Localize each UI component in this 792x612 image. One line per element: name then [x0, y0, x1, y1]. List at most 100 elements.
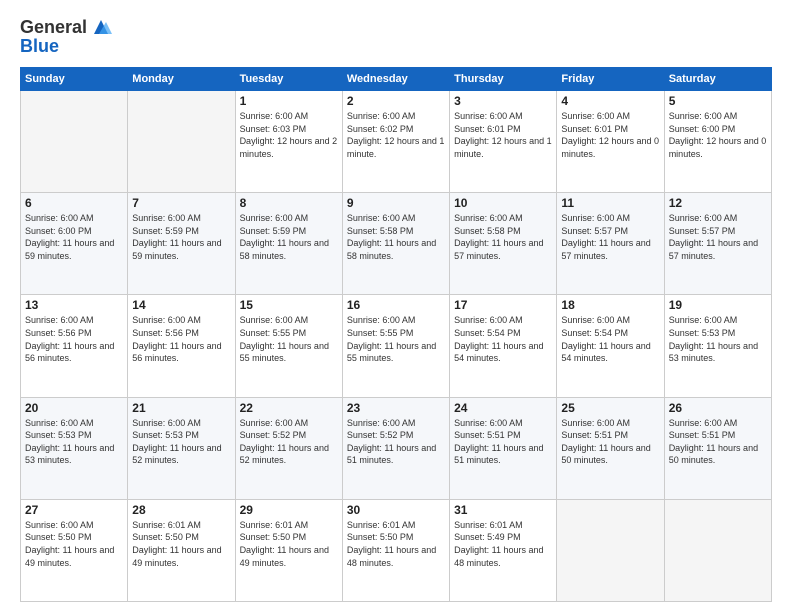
day-number: 4 — [561, 94, 659, 108]
calendar-cell: 1 Sunrise: 6:00 AMSunset: 6:03 PMDaylight… — [235, 91, 342, 193]
day-number: 16 — [347, 298, 445, 312]
day-number: 23 — [347, 401, 445, 415]
day-info: Sunrise: 6:00 AMSunset: 5:50 PMDaylight:… — [25, 519, 123, 569]
day-info: Sunrise: 6:00 AMSunset: 5:57 PMDaylight:… — [561, 212, 659, 262]
weekday-header: Tuesday — [235, 68, 342, 91]
weekday-header: Monday — [128, 68, 235, 91]
day-number: 2 — [347, 94, 445, 108]
weekday-header: Sunday — [21, 68, 128, 91]
day-info: Sunrise: 6:00 AMSunset: 5:51 PMDaylight:… — [561, 417, 659, 467]
calendar-cell: 10 Sunrise: 6:00 AMSunset: 5:58 PMDayligh… — [450, 193, 557, 295]
day-info: Sunrise: 6:00 AMSunset: 5:55 PMDaylight:… — [240, 314, 338, 364]
calendar-cell: 27 Sunrise: 6:00 AMSunset: 5:50 PMDayligh… — [21, 499, 128, 601]
day-info: Sunrise: 6:00 AMSunset: 5:59 PMDaylight:… — [240, 212, 338, 262]
weekday-header: Friday — [557, 68, 664, 91]
day-info: Sunrise: 6:00 AMSunset: 5:52 PMDaylight:… — [240, 417, 338, 467]
day-info: Sunrise: 6:00 AMSunset: 6:00 PMDaylight:… — [25, 212, 123, 262]
day-info: Sunrise: 6:00 AMSunset: 6:03 PMDaylight:… — [240, 110, 338, 160]
day-info: Sunrise: 6:01 AMSunset: 5:50 PMDaylight:… — [240, 519, 338, 569]
day-number: 18 — [561, 298, 659, 312]
day-number: 28 — [132, 503, 230, 517]
day-number: 3 — [454, 94, 552, 108]
day-info: Sunrise: 6:00 AMSunset: 5:55 PMDaylight:… — [347, 314, 445, 364]
calendar-cell: 28 Sunrise: 6:01 AMSunset: 5:50 PMDayligh… — [128, 499, 235, 601]
day-info: Sunrise: 6:00 AMSunset: 5:57 PMDaylight:… — [669, 212, 767, 262]
day-number: 22 — [240, 401, 338, 415]
calendar-table: SundayMondayTuesdayWednesdayThursdayFrid… — [20, 67, 772, 602]
day-number: 21 — [132, 401, 230, 415]
calendar-cell: 12Sunrise: 6:00 AMSunset: 5:57 PMDayligh… — [664, 193, 771, 295]
calendar-cell: 6 Sunrise: 6:00 AMSunset: 6:00 PMDaylight… — [21, 193, 128, 295]
day-info: Sunrise: 6:01 AMSunset: 5:50 PMDaylight:… — [347, 519, 445, 569]
calendar-cell: 22 Sunrise: 6:00 AMSunset: 5:52 PMDayligh… — [235, 397, 342, 499]
logo-blue-text: Blue — [20, 36, 112, 57]
day-number: 30 — [347, 503, 445, 517]
day-info: Sunrise: 6:00 AMSunset: 5:56 PMDaylight:… — [25, 314, 123, 364]
day-number: 24 — [454, 401, 552, 415]
calendar-cell: 20 Sunrise: 6:00 AMSunset: 5:53 PMDayligh… — [21, 397, 128, 499]
day-info: Sunrise: 6:01 AMSunset: 5:49 PMDaylight:… — [454, 519, 552, 569]
calendar-cell: 24 Sunrise: 6:00 AMSunset: 5:51 PMDayligh… — [450, 397, 557, 499]
calendar-cell: 2Sunrise: 6:00 AMSunset: 6:02 PMDaylight… — [342, 91, 449, 193]
day-number: 13 — [25, 298, 123, 312]
day-info: Sunrise: 6:00 AMSunset: 5:51 PMDaylight:… — [669, 417, 767, 467]
day-info: Sunrise: 6:00 AMSunset: 6:01 PMDaylight:… — [454, 110, 552, 160]
day-number: 14 — [132, 298, 230, 312]
day-info: Sunrise: 6:00 AMSunset: 6:01 PMDaylight:… — [561, 110, 659, 160]
calendar-cell: 7Sunrise: 6:00 AMSunset: 5:59 PMDaylight… — [128, 193, 235, 295]
calendar-cell: 14 Sunrise: 6:00 AMSunset: 5:56 PMDayligh… — [128, 295, 235, 397]
day-info: Sunrise: 6:00 AMSunset: 5:54 PMDaylight:… — [454, 314, 552, 364]
day-number: 27 — [25, 503, 123, 517]
day-number: 7 — [132, 196, 230, 210]
day-number: 19 — [669, 298, 767, 312]
calendar-cell: 15 Sunrise: 6:00 AMSunset: 5:55 PMDayligh… — [235, 295, 342, 397]
calendar-cell: 16 Sunrise: 6:00 AMSunset: 5:55 PMDayligh… — [342, 295, 449, 397]
calendar-cell: 19 Sunrise: 6:00 AMSunset: 5:53 PMDayligh… — [664, 295, 771, 397]
calendar-cell: 17 Sunrise: 6:00 AMSunset: 5:54 PMDayligh… — [450, 295, 557, 397]
calendar-cell: 30 Sunrise: 6:01 AMSunset: 5:50 PMDayligh… — [342, 499, 449, 601]
calendar-cell — [664, 499, 771, 601]
calendar-cell: 4 Sunrise: 6:00 AMSunset: 6:01 PMDaylight… — [557, 91, 664, 193]
calendar-cell: 13 Sunrise: 6:00 AMSunset: 5:56 PMDayligh… — [21, 295, 128, 397]
calendar-cell: 5 Sunrise: 6:00 AMSunset: 6:00 PMDaylight… — [664, 91, 771, 193]
day-info: Sunrise: 6:00 AMSunset: 5:53 PMDaylight:… — [669, 314, 767, 364]
day-number: 29 — [240, 503, 338, 517]
day-number: 9 — [347, 196, 445, 210]
day-info: Sunrise: 6:00 AMSunset: 5:58 PMDaylight:… — [454, 212, 552, 262]
day-number: 1 — [240, 94, 338, 108]
calendar-cell: 31Sunrise: 6:01 AMSunset: 5:49 PMDayligh… — [450, 499, 557, 601]
day-number: 20 — [25, 401, 123, 415]
day-info: Sunrise: 6:01 AMSunset: 5:50 PMDaylight:… — [132, 519, 230, 569]
weekday-header: Saturday — [664, 68, 771, 91]
calendar-cell: 3 Sunrise: 6:00 AMSunset: 6:01 PMDaylight… — [450, 91, 557, 193]
day-info: Sunrise: 6:00 AMSunset: 5:53 PMDaylight:… — [132, 417, 230, 467]
calendar-cell: 9Sunrise: 6:00 AMSunset: 5:58 PMDaylight… — [342, 193, 449, 295]
day-number: 26 — [669, 401, 767, 415]
day-info: Sunrise: 6:00 AMSunset: 5:56 PMDaylight:… — [132, 314, 230, 364]
header: General Blue — [20, 16, 772, 57]
logo-icon — [90, 16, 112, 38]
page: General Blue SundayMondayTuesdayWednesda… — [0, 0, 792, 612]
day-number: 17 — [454, 298, 552, 312]
day-number: 8 — [240, 196, 338, 210]
day-info: Sunrise: 6:00 AMSunset: 5:51 PMDaylight:… — [454, 417, 552, 467]
day-info: Sunrise: 6:00 AMSunset: 6:00 PMDaylight:… — [669, 110, 767, 160]
calendar-cell: 11Sunrise: 6:00 AMSunset: 5:57 PMDayligh… — [557, 193, 664, 295]
day-number: 10 — [454, 196, 552, 210]
day-info: Sunrise: 6:00 AMSunset: 5:53 PMDaylight:… — [25, 417, 123, 467]
weekday-header: Wednesday — [342, 68, 449, 91]
day-number: 5 — [669, 94, 767, 108]
calendar-cell: 8 Sunrise: 6:00 AMSunset: 5:59 PMDaylight… — [235, 193, 342, 295]
calendar-cell: 29 Sunrise: 6:01 AMSunset: 5:50 PMDayligh… — [235, 499, 342, 601]
calendar-cell: 18 Sunrise: 6:00 AMSunset: 5:54 PMDayligh… — [557, 295, 664, 397]
day-info: Sunrise: 6:00 AMSunset: 5:54 PMDaylight:… — [561, 314, 659, 364]
day-number: 15 — [240, 298, 338, 312]
calendar-cell — [21, 91, 128, 193]
logo: General Blue — [20, 16, 112, 57]
day-info: Sunrise: 6:00 AMSunset: 5:52 PMDaylight:… — [347, 417, 445, 467]
calendar-cell: 23 Sunrise: 6:00 AMSunset: 5:52 PMDayligh… — [342, 397, 449, 499]
calendar-cell: 26 Sunrise: 6:00 AMSunset: 5:51 PMDayligh… — [664, 397, 771, 499]
calendar-cell — [557, 499, 664, 601]
weekday-header: Thursday — [450, 68, 557, 91]
day-number: 6 — [25, 196, 123, 210]
